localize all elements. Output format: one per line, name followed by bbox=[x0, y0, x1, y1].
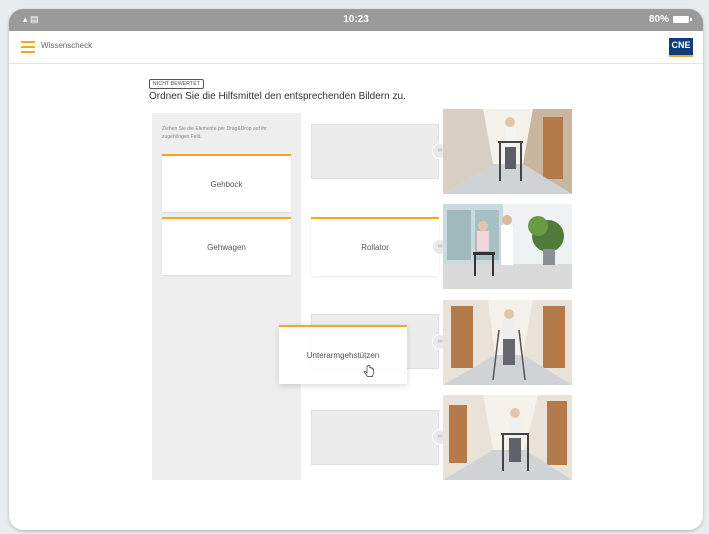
photo-walker bbox=[443, 395, 572, 480]
task-instruction: Ordnen Sie die Hilfsmittel den entsprech… bbox=[149, 91, 406, 102]
photo-rollator bbox=[443, 204, 572, 289]
battery-status: 80% bbox=[648, 14, 692, 25]
tablet-screen: ▴ ▤ 10:23 80% Wissenscheck CNE NICHT BEW… bbox=[9, 9, 703, 530]
drag-card-gehbock[interactable]: Gehbock bbox=[162, 154, 291, 212]
clock: 10:23 bbox=[343, 14, 369, 25]
drag-hint: Ziehen Sie die Elemente per Drag&Drop au… bbox=[162, 126, 267, 140]
hand-cursor-icon bbox=[364, 365, 374, 377]
app-header: Wissenscheck CNE bbox=[9, 31, 703, 64]
battery-percent: 80% bbox=[648, 14, 669, 25]
drag-card-unterarmgehstuetzen[interactable]: Unterarmgehstützen bbox=[279, 325, 407, 384]
drop-zone-1[interactable] bbox=[311, 124, 439, 179]
status-badge: NICHT BEWERTET bbox=[149, 79, 205, 89]
hamburger-icon[interactable] bbox=[21, 41, 35, 53]
page-title: Wissenscheck bbox=[41, 41, 93, 50]
drop-zone-4[interactable] bbox=[311, 410, 439, 465]
status-bar: ▴ ▤ 10:23 80% bbox=[9, 9, 703, 31]
cne-logo: CNE bbox=[669, 38, 693, 57]
photo-walking-frame bbox=[443, 109, 572, 194]
placed-card-rollator[interactable]: Rollator bbox=[311, 217, 439, 276]
photo-forearm-crutches bbox=[443, 300, 572, 385]
drag-card-gehwagen[interactable]: Gehwagen bbox=[162, 217, 291, 275]
battery-icon bbox=[673, 16, 692, 23]
